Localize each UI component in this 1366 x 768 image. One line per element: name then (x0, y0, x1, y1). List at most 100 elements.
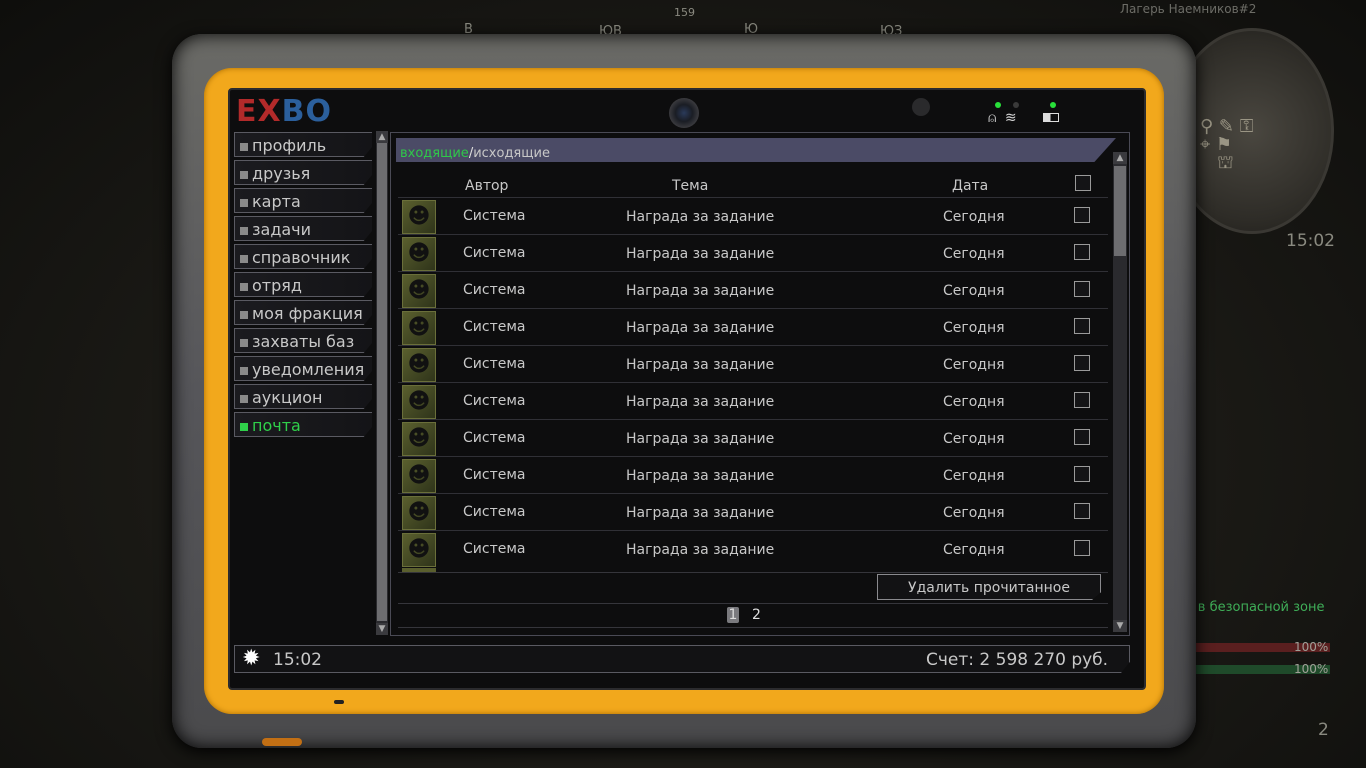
sidebar-item-mail[interactable]: почта (234, 412, 372, 437)
mail-subject: Награда за задание (626, 357, 775, 373)
sidebar-item-label: моя фракция (252, 304, 363, 323)
status-icons: ⍝ ≋ (988, 110, 1060, 126)
sidebar-item-auction[interactable]: аукцион (234, 384, 372, 409)
sidebar-item-map[interactable]: карта (234, 188, 372, 213)
mail-row[interactable]: ☻ Система Награда за задание Сегодня (398, 345, 1108, 383)
mail-author: Система (463, 504, 526, 520)
sidebar-item-label: карта (252, 192, 301, 211)
mail-row[interactable]: ☻ Система Награда за задание Сегодня (398, 530, 1108, 568)
column-header-subject[interactable]: Тема (672, 178, 708, 194)
sidebar-item-label: друзья (252, 164, 311, 183)
mail-row[interactable]: ☻ Система Награда за задание Сегодня (398, 271, 1108, 309)
mail-subject: Награда за задание (626, 209, 775, 225)
compass-heading: 159 (674, 6, 695, 19)
mail-row[interactable]: ☻ Система Награда за задание Сегодня (398, 493, 1108, 531)
sensor-icon (912, 98, 930, 116)
column-header-author[interactable]: Автор (465, 178, 508, 194)
divider (398, 627, 1108, 628)
page-1[interactable]: 1 (727, 607, 739, 623)
tablet-sensor (334, 700, 344, 704)
row-checkbox[interactable] (1074, 540, 1090, 556)
mail-row[interactable]: ☻ Система Награда за задание Сегодня (398, 308, 1108, 346)
sidebar-item-profile[interactable]: профиль (234, 132, 372, 157)
mail-date: Сегодня (943, 283, 1005, 299)
bullet-icon (240, 283, 248, 291)
scroll-down-icon[interactable]: ▼ (376, 623, 388, 635)
stalker-avatar-icon: ☻ (402, 533, 436, 567)
mail-author: Система (463, 208, 526, 224)
select-all-checkbox[interactable] (1075, 175, 1091, 191)
row-checkbox[interactable] (1074, 207, 1090, 223)
sidebar-item-squad[interactable]: отряд (234, 272, 372, 297)
row-checkbox[interactable] (1074, 466, 1090, 482)
mail-scroll-thumb[interactable] (1114, 166, 1126, 256)
mail-tabs: входящие/исходящие (396, 138, 1116, 162)
bullet-icon (240, 255, 248, 263)
mail-date: Сегодня (943, 246, 1005, 262)
mail-subject: Награда за задание (626, 246, 775, 262)
row-checkbox[interactable] (1074, 355, 1090, 371)
row-checkbox[interactable] (1074, 281, 1090, 297)
row-checkbox[interactable] (1074, 318, 1090, 334)
mail-scrollbar[interactable]: ▲ ▼ (1113, 152, 1127, 632)
safe-zone-label: ь в безопасной зоне (1186, 600, 1325, 615)
sidebar-item-label: уведомления (252, 360, 365, 379)
logo: EXBO (236, 94, 332, 129)
sidebar-item-tasks[interactable]: задачи (234, 216, 372, 241)
scroll-down-icon[interactable]: ▼ (1113, 620, 1127, 632)
scroll-up-icon[interactable]: ▲ (1113, 152, 1127, 164)
stalker-avatar-icon: ☻ (402, 385, 436, 419)
antenna-icon: ⍝ (988, 110, 997, 126)
sidebar-scrollbar[interactable]: ▲ ▼ (376, 131, 388, 635)
row-checkbox[interactable] (1074, 429, 1090, 445)
stalker-avatar-icon: ☻ (402, 459, 436, 493)
sidebar-scroll-thumb[interactable] (377, 143, 387, 621)
mail-date: Сегодня (943, 505, 1005, 521)
mail-author: Система (463, 430, 526, 446)
tab-incoming[interactable]: входящие (400, 146, 469, 161)
tab-outgoing[interactable]: исходящие (473, 146, 550, 161)
page-2[interactable]: 2 (752, 607, 761, 623)
divider (398, 603, 1108, 604)
mail-row[interactable]: ☻ Система Награда за задание Сегодня (398, 456, 1108, 494)
mail-subject: Награда за задание (626, 394, 775, 410)
sidebar-item-base-captures[interactable]: захваты баз (234, 328, 372, 353)
mail-date: Сегодня (943, 320, 1005, 336)
mail-date: Сегодня (943, 431, 1005, 447)
account-balance: Счет: 2 598 270 руб. (926, 650, 1109, 670)
location-label: Лагерь Наемников#2 (1120, 2, 1257, 16)
mail-subject: Награда за задание (626, 542, 775, 558)
sidebar-item-notifications[interactable]: уведомления (234, 356, 372, 381)
tablet-side-button[interactable] (262, 738, 302, 746)
mail-author: Система (463, 356, 526, 372)
row-checkbox[interactable] (1074, 392, 1090, 408)
mail-row[interactable]: ☻ Система Награда за задание Сегодня (398, 382, 1108, 420)
mail-date: Сегодня (943, 468, 1005, 484)
mail-subject: Награда за задание (626, 468, 775, 484)
scroll-up-icon[interactable]: ▲ (376, 131, 388, 143)
sidebar-menu: профиль друзья карта задачи справочник о… (234, 131, 388, 635)
mail-author: Система (463, 282, 526, 298)
stalker-avatar-icon: ☻ (402, 496, 436, 530)
row-checkbox[interactable] (1074, 244, 1090, 260)
camera-icon (669, 98, 699, 128)
mail-row[interactable]: ☻ Система Награда за задание Сегодня (398, 234, 1108, 272)
stalker-avatar-icon: ☻ (402, 237, 436, 271)
sidebar-item-friends[interactable]: друзья (234, 160, 372, 185)
battery-icon (1043, 113, 1060, 122)
mail-date: Сегодня (943, 209, 1005, 225)
column-header-date[interactable]: Дата (952, 178, 988, 194)
wifi-led (1013, 102, 1019, 108)
mail-author: Система (463, 541, 526, 557)
sidebar-item-faction[interactable]: моя фракция (234, 300, 372, 325)
bullet-icon (240, 227, 248, 235)
mail-date: Сегодня (943, 394, 1005, 410)
sidebar-item-handbook[interactable]: справочник (234, 244, 372, 269)
stalker-avatar-icon: ☻ (402, 200, 436, 234)
row-checkbox[interactable] (1074, 503, 1090, 519)
stalker-avatar-icon: ☻ (402, 311, 436, 345)
mail-row[interactable]: ☻ Система Награда за задание Сегодня (398, 419, 1108, 457)
delete-read-button[interactable]: Удалить прочитанное (877, 574, 1101, 600)
mail-row[interactable]: ☻ Система Награда за задание Сегодня (398, 197, 1108, 235)
sidebar-item-label: профиль (252, 136, 327, 155)
